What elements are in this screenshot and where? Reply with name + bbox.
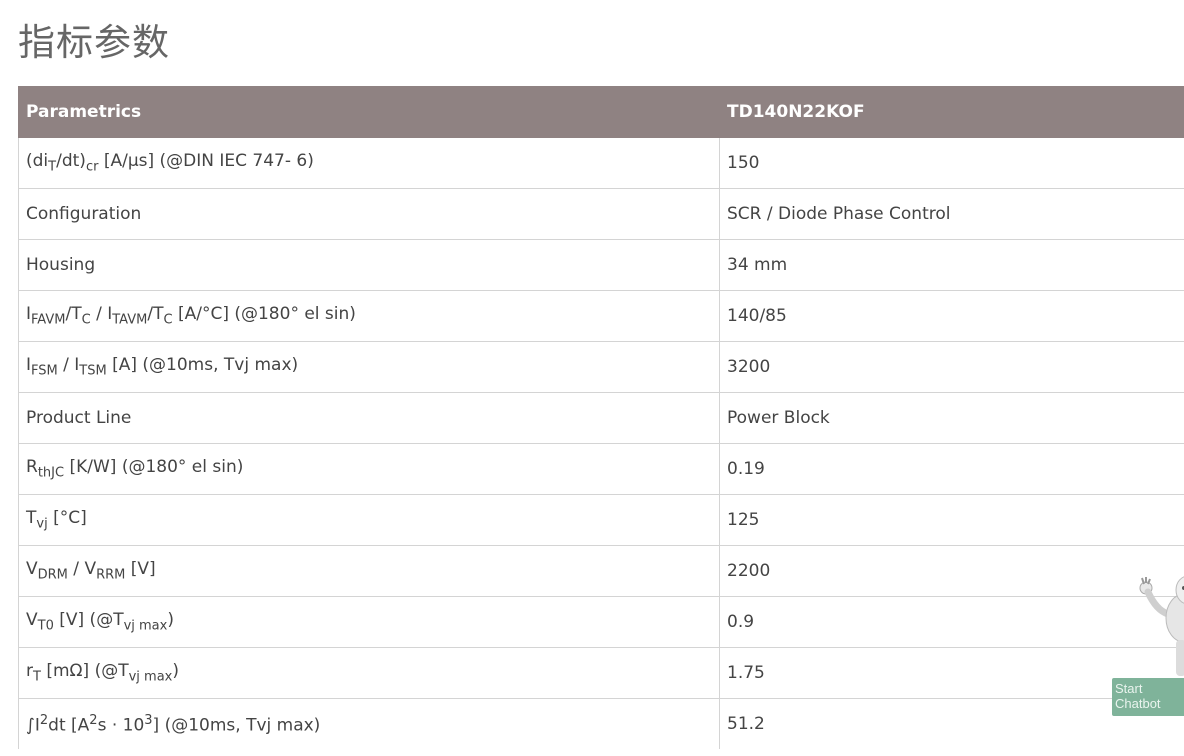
table-row: Housing 34 mm — [18, 239, 1184, 291]
param-label: Housing — [18, 239, 720, 291]
header-part-number: TD140N22KOF — [719, 86, 1184, 138]
robot-mascot-icon[interactable] — [1134, 570, 1184, 680]
param-label: Product Line — [18, 392, 720, 444]
chatbot-label-line2: Chatbot — [1115, 696, 1161, 711]
param-label: rT [mΩ] (@Tvj max) — [18, 647, 720, 699]
chatbot-widget[interactable]: Start Chatbot — [1112, 566, 1184, 716]
page-title: 指标参数 — [18, 21, 170, 64]
param-value: 3200 — [719, 341, 1184, 393]
param-value: 140/85 — [719, 290, 1184, 342]
param-label: ∫I2dt [A2s · 103] (@10ms, Tvj max) — [18, 698, 720, 749]
param-label: RthJC [K/W] (@180° el sin) — [18, 443, 720, 495]
param-label: Configuration — [18, 188, 720, 240]
start-chatbot-button[interactable]: Start Chatbot — [1112, 678, 1184, 716]
table-row: Configuration SCR / Diode Phase Control — [18, 188, 1184, 240]
parametrics-table: Parametrics TD140N22KOF (diT/dt)cr [A/µs… — [18, 86, 1184, 749]
chatbot-label-line1: Start — [1115, 681, 1143, 696]
table-row: VDRM / VRRM [V] 2200 — [18, 545, 1184, 597]
table-row: rT [mΩ] (@Tvj max) 1.75 — [18, 647, 1184, 699]
table-row: Product Line Power Block — [18, 392, 1184, 444]
param-label: (diT/dt)cr [A/µs] (@DIN IEC 747- 6) — [18, 137, 720, 189]
param-value: 150 — [719, 137, 1184, 189]
table-row: Tvj [°C] 125 — [18, 494, 1184, 546]
param-label: Tvj [°C] — [18, 494, 720, 546]
table-row: RthJC [K/W] (@180° el sin) 0.19 — [18, 443, 1184, 495]
param-label: VT0 [V] (@Tvj max) — [18, 596, 720, 648]
param-label: VDRM / VRRM [V] — [18, 545, 720, 597]
param-value: Power Block — [719, 392, 1184, 444]
table-row: IFAVM/TC / ITAVM/TC [A/°C] (@180° el sin… — [18, 290, 1184, 342]
header-parametrics: Parametrics — [18, 86, 720, 138]
table-row: VT0 [V] (@Tvj max) 0.9 — [18, 596, 1184, 648]
table-row: (diT/dt)cr [A/µs] (@DIN IEC 747- 6) 150 — [18, 137, 1184, 189]
param-label: IFSM / ITSM [A] (@10ms, Tvj max) — [18, 341, 720, 393]
param-label: IFAVM/TC / ITAVM/TC [A/°C] (@180° el sin… — [18, 290, 720, 342]
table-row: IFSM / ITSM [A] (@10ms, Tvj max) 3200 — [18, 341, 1184, 393]
page: 指标参数 Parametrics TD140N22KOF (diT/dt)cr … — [0, 0, 1184, 756]
param-value: 34 mm — [719, 239, 1184, 291]
param-value: SCR / Diode Phase Control — [719, 188, 1184, 240]
param-value: 0.19 — [719, 443, 1184, 495]
table-header-row: Parametrics TD140N22KOF — [18, 86, 1184, 138]
table-row: ∫I2dt [A2s · 103] (@10ms, Tvj max) 51.2 — [18, 698, 1184, 749]
param-value: 125 — [719, 494, 1184, 546]
